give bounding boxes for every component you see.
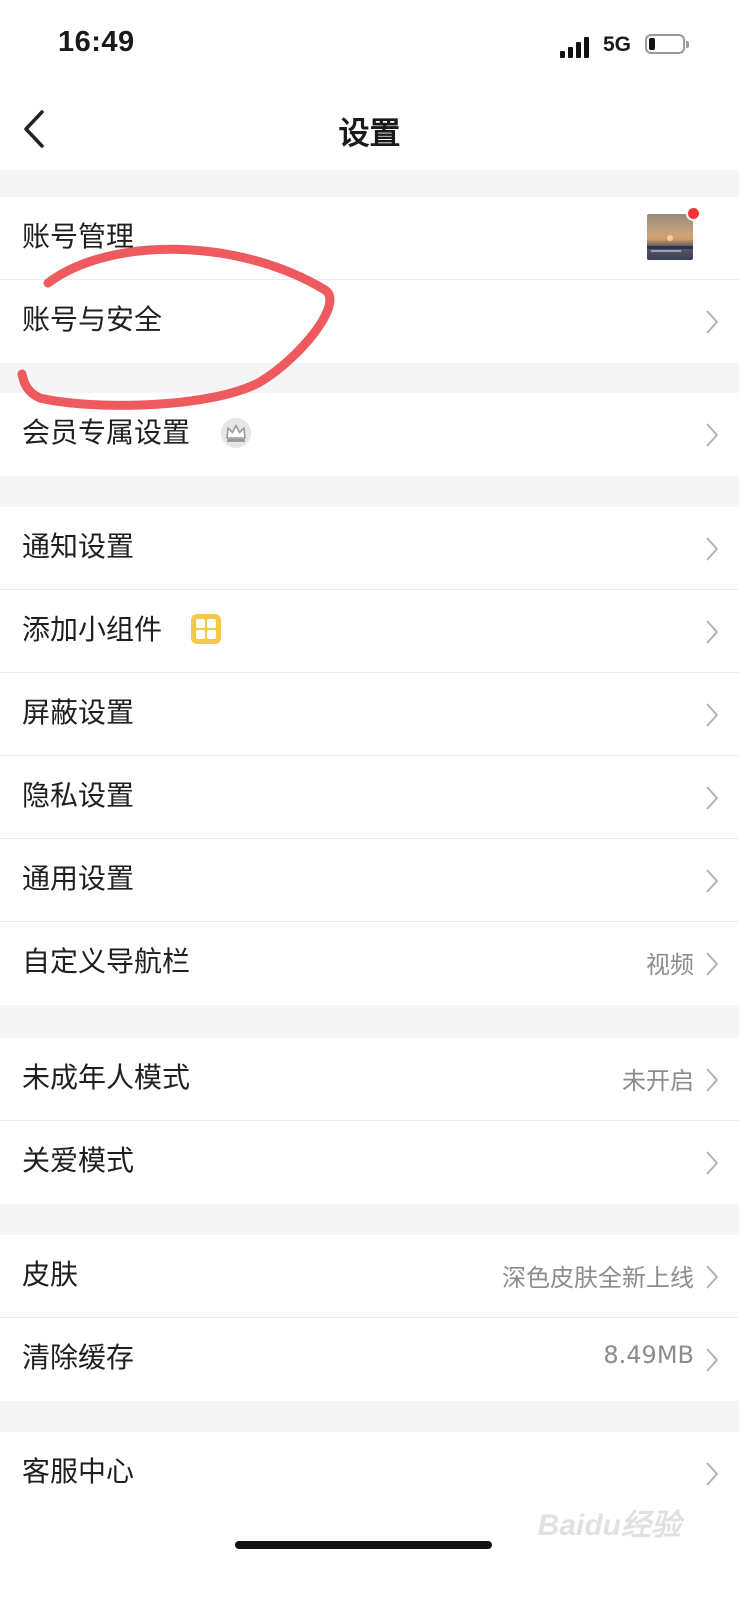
row-notification-settings[interactable]: 通知设置 <box>0 507 739 590</box>
row-general-settings[interactable]: 通用设置 <box>0 839 739 922</box>
row-label: 隐私设置 <box>22 779 135 812</box>
row-label: 账号管理 <box>22 220 135 253</box>
row-care-mode[interactable]: 关爱模式 <box>0 1121 739 1204</box>
chevron-right-icon <box>706 786 719 810</box>
row-label: 皮肤 <box>22 1258 79 1291</box>
row-add-widget[interactable]: 添加小组件 <box>0 590 739 673</box>
avatar <box>647 214 693 260</box>
widget-icon <box>191 614 221 644</box>
row-label: 未成年人模式 <box>22 1061 191 1094</box>
chevron-right-icon <box>706 537 719 561</box>
chevron-right-icon <box>706 703 719 727</box>
row-label: 通知设置 <box>22 530 135 563</box>
row-label: 客服中心 <box>22 1455 135 1488</box>
row-label: 清除缓存 <box>22 1341 135 1374</box>
settings-group-general: 通知设置 添加小组件 屏蔽设置 隐私设置 通用设置 自定义导航栏 视频 <box>0 507 739 1005</box>
row-custom-navbar[interactable]: 自定义导航栏 视频 <box>0 922 739 1005</box>
status-bar: 16:49 5G <box>0 0 739 88</box>
row-block-settings[interactable]: 屏蔽设置 <box>0 673 739 756</box>
row-label: 自定义导航栏 <box>22 945 191 978</box>
row-value: 深色皮肤全新上线 <box>502 1264 694 1292</box>
chevron-right-icon <box>706 1462 719 1486</box>
chevron-right-icon <box>706 869 719 893</box>
network-type: 5G <box>603 33 632 56</box>
battery-level <box>649 38 655 50</box>
crown-icon <box>221 418 251 448</box>
status-time: 16:49 <box>58 26 135 58</box>
settings-group-account: 账号管理 账号与安全 <box>0 197 739 363</box>
row-label: 会员专属设置 <box>22 416 191 449</box>
chevron-right-icon <box>706 1265 719 1289</box>
chevron-right-icon <box>706 423 719 447</box>
chevron-right-icon <box>706 310 719 334</box>
row-account-security[interactable]: 账号与安全 <box>0 280 739 363</box>
row-teen-mode[interactable]: 未成年人模式 未开启 <box>0 1038 739 1121</box>
row-label: 添加小组件 <box>22 613 163 646</box>
chevron-right-icon <box>706 952 719 976</box>
settings-group-appearance: 皮肤 深色皮肤全新上线 清除缓存 8.49MB <box>0 1235 739 1401</box>
row-label: 通用设置 <box>22 862 135 895</box>
row-skin[interactable]: 皮肤 深色皮肤全新上线 <box>0 1235 739 1318</box>
settings-group-modes: 未成年人模式 未开启 关爱模式 <box>0 1038 739 1204</box>
row-privacy-settings[interactable]: 隐私设置 <box>0 756 739 839</box>
chevron-right-icon <box>706 1348 719 1372</box>
row-clear-cache[interactable]: 清除缓存 8.49MB <box>0 1318 739 1401</box>
watermark: Baidu经验 <box>537 1509 681 1542</box>
home-indicator[interactable] <box>235 1541 492 1549</box>
row-vip-settings[interactable]: 会员专属设置 <box>0 393 739 476</box>
row-label: 屏蔽设置 <box>22 696 135 729</box>
row-value: 视频 <box>646 951 694 979</box>
chevron-right-icon <box>706 1151 719 1175</box>
chevron-right-icon <box>706 620 719 644</box>
row-account-management[interactable]: 账号管理 <box>0 197 739 280</box>
notification-dot <box>686 206 701 221</box>
row-value: 8.49MB <box>603 1341 694 1369</box>
nav-bar: 设置 <box>0 88 739 170</box>
row-label: 关爱模式 <box>22 1144 135 1177</box>
battery-icon <box>645 34 689 54</box>
page-title: 设置 <box>338 116 401 152</box>
row-value: 未开启 <box>622 1067 694 1095</box>
row-label: 账号与安全 <box>22 303 163 336</box>
settings-group-vip: 会员专属设置 <box>0 393 739 476</box>
chevron-right-icon <box>706 1068 719 1092</box>
signal-strength-icon <box>560 36 592 58</box>
